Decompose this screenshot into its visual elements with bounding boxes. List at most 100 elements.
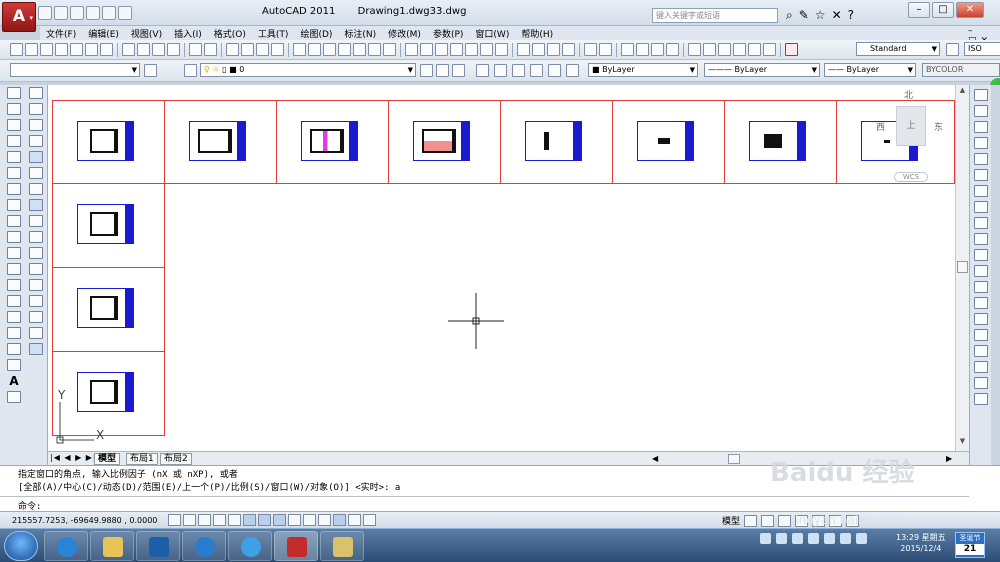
- minimize-button[interactable]: –: [908, 2, 930, 18]
- point-icon[interactable]: [7, 295, 21, 307]
- copy-icon[interactable]: [532, 43, 545, 56]
- ordinate-icon[interactable]: [973, 137, 988, 149]
- redo-icon[interactable]: [599, 43, 612, 56]
- infer-constraints-toggle[interactable]: [168, 514, 181, 526]
- rectangle-icon[interactable]: [7, 151, 21, 163]
- polyline-icon[interactable]: [7, 119, 21, 131]
- open-icon[interactable]: [420, 43, 433, 56]
- zoom-realtime-icon[interactable]: [241, 43, 254, 56]
- undo-icon[interactable]: [86, 6, 100, 20]
- help-icon[interactable]: [383, 43, 396, 56]
- array-icon[interactable]: [29, 151, 43, 163]
- system-clock[interactable]: 13:29 星期五 2015/12/4: [896, 532, 946, 554]
- text-style-dropdown[interactable]: Standard ▼: [856, 42, 940, 56]
- transparency-toggle[interactable]: [333, 514, 346, 526]
- arc-icon[interactable]: [7, 167, 21, 179]
- taskbar-media[interactable]: [136, 531, 180, 561]
- annotation-scale-icon[interactable]: [778, 514, 792, 527]
- erase-icon[interactable]: [29, 87, 43, 99]
- redo-icon[interactable]: [102, 6, 116, 20]
- calendar-widget[interactable]: 圣诞节 21: [955, 532, 985, 558]
- zoom-window-icon[interactable]: [256, 43, 269, 56]
- angular-icon[interactable]: [973, 201, 988, 213]
- open-icon[interactable]: [54, 6, 68, 20]
- make-block-icon[interactable]: [7, 279, 21, 291]
- dynamic-input-toggle[interactable]: [303, 514, 316, 526]
- help-icon[interactable]: ?: [848, 8, 854, 23]
- cut-icon[interactable]: [122, 43, 135, 56]
- start-button[interactable]: [4, 531, 38, 561]
- star-icon[interactable]: ☆: [815, 8, 826, 23]
- taskbar-explorer[interactable]: [90, 531, 134, 561]
- send-under-icon[interactable]: [530, 64, 543, 77]
- jogged-linear-icon[interactable]: [973, 345, 988, 357]
- jogged-icon[interactable]: [973, 169, 988, 181]
- autocad-logo-button[interactable]: A ▾: [2, 2, 36, 32]
- diameter-icon[interactable]: [973, 185, 988, 197]
- baseline-icon[interactable]: [973, 233, 988, 245]
- tolerance-icon[interactable]: [973, 297, 988, 309]
- quick-view-layouts-icon[interactable]: [744, 514, 758, 527]
- extend-icon[interactable]: [29, 247, 43, 259]
- viewcube-top-face[interactable]: 上: [896, 106, 926, 146]
- center-mark-icon[interactable]: [973, 313, 988, 325]
- wcs-menu[interactable]: WCS: [894, 172, 928, 182]
- mirror-icon[interactable]: [29, 119, 43, 131]
- radius-icon[interactable]: [973, 153, 988, 165]
- break-at-point-icon[interactable]: [29, 263, 43, 275]
- taskbar-paint[interactable]: [320, 531, 364, 561]
- plot-preview-icon[interactable]: [465, 43, 478, 56]
- tab-navigation-arrows[interactable]: |◀ ◀ ▶ ▶|: [50, 453, 97, 462]
- design-center-icon[interactable]: [703, 43, 716, 56]
- pan-icon[interactable]: [621, 43, 634, 56]
- ellipse-icon[interactable]: [7, 231, 21, 243]
- quick-dimension-icon[interactable]: [973, 217, 988, 229]
- layer-previous-icon[interactable]: [436, 64, 449, 77]
- save-icon[interactable]: [70, 6, 84, 20]
- design-center-icon[interactable]: [308, 43, 321, 56]
- new-icon[interactable]: [405, 43, 418, 56]
- workspace-dropdown[interactable]: ▼: [10, 63, 140, 77]
- quick-properties-toggle[interactable]: [348, 514, 361, 526]
- scroll-up-icon[interactable]: ▲: [957, 86, 968, 97]
- offset-icon[interactable]: [29, 135, 43, 147]
- markup-icon[interactable]: [353, 43, 366, 56]
- paste-icon[interactable]: [547, 43, 560, 56]
- sheet-set-icon[interactable]: [338, 43, 351, 56]
- save-icon[interactable]: [40, 43, 53, 56]
- line-icon[interactable]: [7, 87, 21, 99]
- spline-icon[interactable]: [7, 215, 21, 227]
- viewcube-north[interactable]: 北: [904, 88, 913, 101]
- new-icon[interactable]: [38, 6, 52, 20]
- menu-insert[interactable]: 插入(I): [168, 26, 208, 40]
- menu-tools[interactable]: 工具(T): [252, 26, 295, 40]
- break-icon[interactable]: [29, 279, 43, 291]
- dimension-space-icon[interactable]: [973, 265, 988, 277]
- inspection-icon[interactable]: [973, 329, 988, 341]
- color-dropdown[interactable]: ■ ByLayer ▼: [588, 63, 698, 77]
- menu-modify[interactable]: 修改(M): [382, 26, 427, 40]
- security-icon[interactable]: [808, 533, 819, 544]
- dimension-update-icon[interactable]: [973, 393, 988, 405]
- snap-mode-toggle[interactable]: [183, 514, 196, 526]
- publish-icon[interactable]: [480, 43, 493, 56]
- ellipse-arc-icon[interactable]: [7, 247, 21, 259]
- quick-view-drawings-icon[interactable]: [761, 514, 775, 527]
- layer-dropdown[interactable]: ♀ ☼ ▯ ■ 0 ▼: [200, 63, 416, 77]
- polygon-icon[interactable]: [7, 135, 21, 147]
- new-icon[interactable]: [10, 43, 23, 56]
- match-properties-icon[interactable]: [562, 43, 575, 56]
- lineweight-toggle[interactable]: [318, 514, 331, 526]
- continue-icon[interactable]: [973, 249, 988, 261]
- revision-cloud-icon[interactable]: [7, 199, 21, 211]
- tab-model[interactable]: 模型: [94, 453, 121, 465]
- scroll-thumb[interactable]: [957, 261, 968, 273]
- input-method-icon[interactable]: [824, 533, 835, 544]
- zoom-realtime-icon[interactable]: [636, 43, 649, 56]
- qq-icon[interactable]: [840, 533, 851, 544]
- linetype-dropdown[interactable]: ——— ByLayer ▼: [704, 63, 820, 77]
- rotate-icon[interactable]: [29, 183, 43, 195]
- text-above-icon[interactable]: [548, 64, 561, 77]
- dim-style-icon[interactable]: [946, 43, 959, 56]
- lineweight-dropdown[interactable]: —— ByLayer ▼: [824, 63, 916, 77]
